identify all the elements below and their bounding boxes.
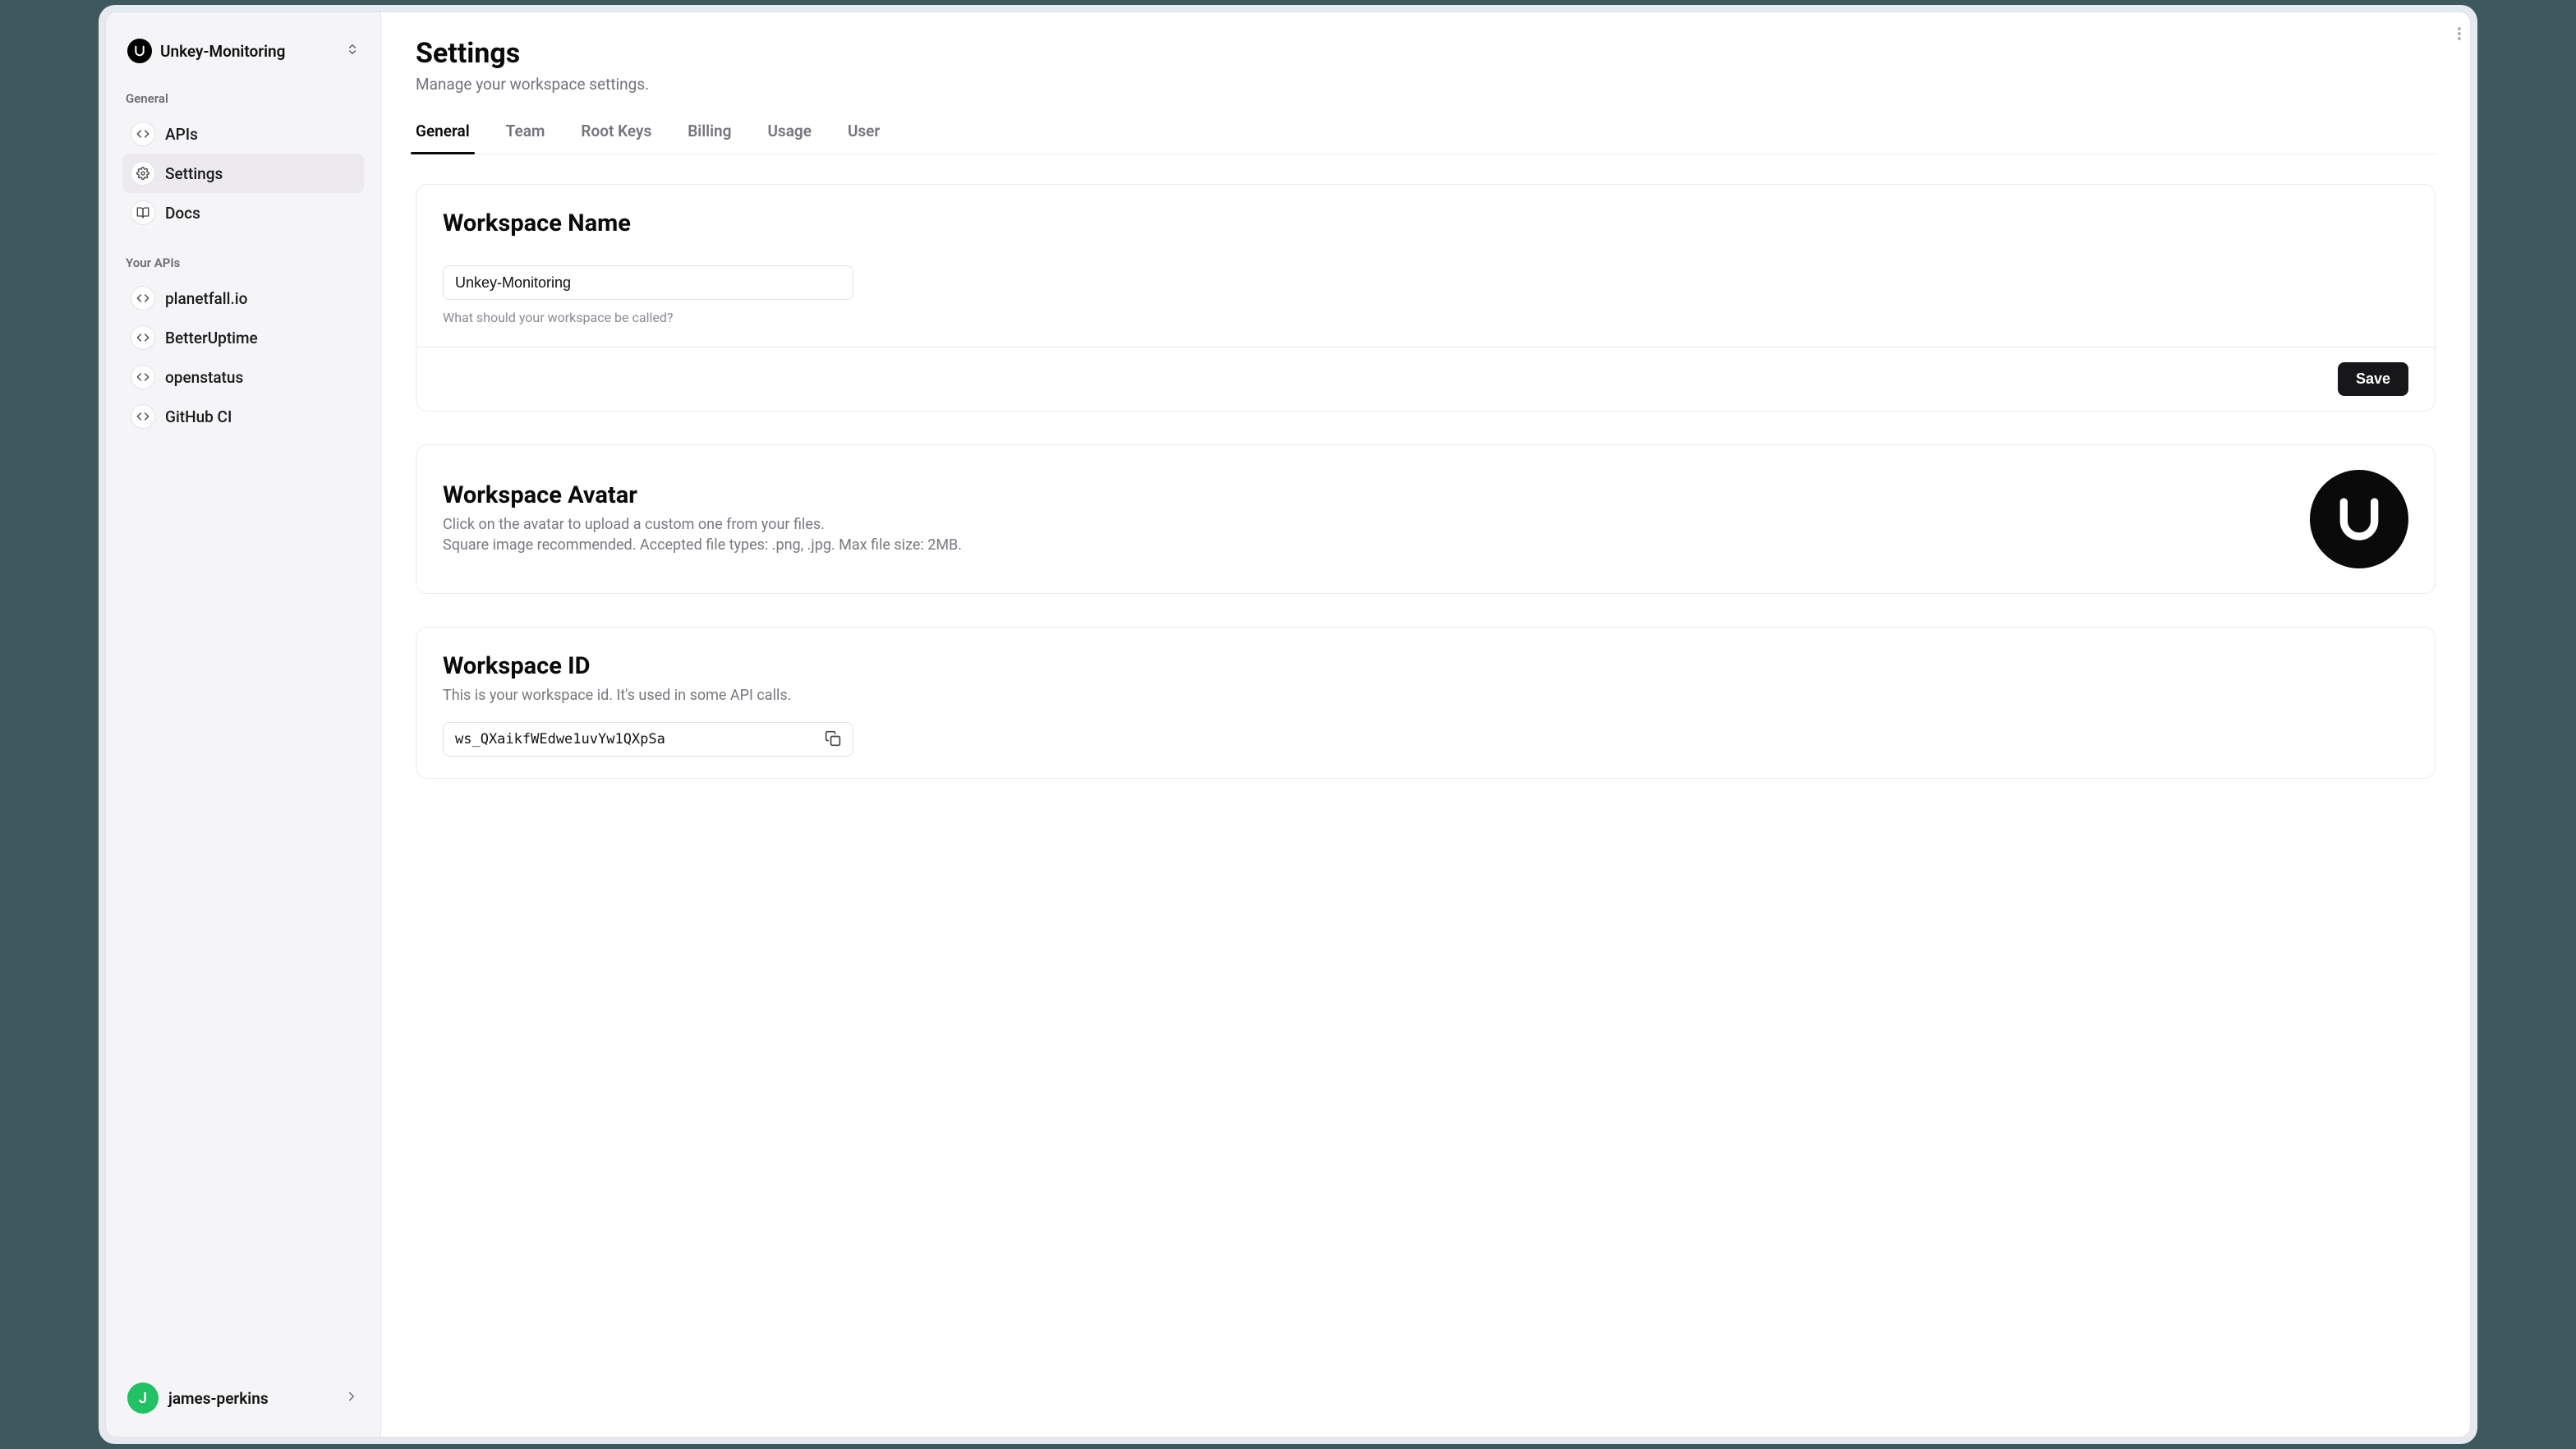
workspace-id-field: ws_QXaikfWEdwe1uvYw1QXpSa xyxy=(443,722,853,757)
page-subtitle: Manage your workspace settings. xyxy=(416,75,2436,94)
code-icon xyxy=(131,404,155,429)
workspace-avatar-icon xyxy=(127,39,152,63)
sidebar-item-label: APIs xyxy=(165,125,198,144)
sidebar-item-label: Settings xyxy=(165,164,223,183)
sidebar-item-docs[interactable]: Docs xyxy=(122,193,364,232)
sidebar-section-general: General xyxy=(122,91,364,106)
tab-user[interactable]: User xyxy=(848,122,880,154)
code-icon xyxy=(131,365,155,389)
sidebar-section-your-apis: Your APIs xyxy=(122,255,364,270)
tab-usage[interactable]: Usage xyxy=(767,122,811,154)
page-title: Settings xyxy=(416,37,2436,70)
workspace-switcher[interactable]: Unkey-Monitoring xyxy=(122,34,364,68)
tab-root-keys[interactable]: Root Keys xyxy=(581,122,651,154)
app-window: ••• Unkey-Monitoring General xyxy=(105,12,2471,1438)
code-icon xyxy=(131,122,155,146)
sidebar-item-api-githubci[interactable]: GitHub CI xyxy=(122,397,364,436)
card-description: Click on the avatar to upload a custom o… xyxy=(443,516,962,533)
workspace-name: Unkey-Monitoring xyxy=(160,42,338,61)
main-content: Settings Manage your workspace settings.… xyxy=(381,12,2470,1437)
tab-team[interactable]: Team xyxy=(506,122,545,154)
sidebar: Unkey-Monitoring General APIs xyxy=(106,12,381,1437)
workspace-id-card: Workspace ID This is your workspace id. … xyxy=(416,627,2436,779)
scrollbar-handle[interactable]: ••• xyxy=(2457,27,2462,40)
sidebar-item-api-planetfall[interactable]: planetfall.io xyxy=(122,278,364,318)
tab-billing[interactable]: Billing xyxy=(688,122,731,154)
workspace-avatar-card: Workspace Avatar Click on the avatar to … xyxy=(416,444,2436,594)
sidebar-item-settings[interactable]: Settings xyxy=(122,154,364,193)
user-avatar: J xyxy=(127,1382,159,1414)
avatar-upload[interactable] xyxy=(2310,470,2408,568)
user-menu[interactable]: J james-perkins xyxy=(122,1376,364,1420)
gear-icon xyxy=(131,161,155,186)
sidebar-item-label: GitHub CI xyxy=(165,407,232,426)
sidebar-item-label: planetfall.io xyxy=(165,289,247,308)
sidebar-item-apis[interactable]: APIs xyxy=(122,114,364,154)
sidebar-item-label: BetterUptime xyxy=(165,329,258,347)
tab-general[interactable]: General xyxy=(416,122,470,154)
sidebar-item-api-openstatus[interactable]: openstatus xyxy=(122,357,364,397)
code-icon xyxy=(131,325,155,350)
sidebar-item-label: openstatus xyxy=(165,368,243,387)
workspace-name-input[interactable] xyxy=(443,265,853,300)
card-description: Square image recommended. Accepted file … xyxy=(443,536,962,554)
sidebar-item-label: Docs xyxy=(165,204,200,223)
settings-tabs: General Team Root Keys Billing Usage Use… xyxy=(416,122,2436,154)
chevron-right-icon xyxy=(344,1389,359,1407)
card-title: Workspace Avatar xyxy=(443,481,962,509)
copy-icon xyxy=(825,737,841,749)
workspace-name-card: Workspace Name What should your workspac… xyxy=(416,184,2436,412)
sidebar-item-api-betteruptime[interactable]: BetterUptime xyxy=(122,318,364,357)
save-button[interactable]: Save xyxy=(2338,362,2408,396)
user-handle: james-perkins xyxy=(168,1389,334,1408)
book-icon xyxy=(131,200,155,225)
copy-button[interactable] xyxy=(821,727,844,752)
card-title: Workspace ID xyxy=(443,652,2408,680)
card-title: Workspace Name xyxy=(443,209,2408,237)
workspace-id-value: ws_QXaikfWEdwe1uvYw1QXpSa xyxy=(455,731,813,748)
input-hint: What should your workspace be called? xyxy=(443,310,2408,325)
code-icon xyxy=(131,286,155,310)
card-description: This is your workspace id. It's used in … xyxy=(443,687,2408,704)
chevrons-up-down-icon xyxy=(346,43,359,59)
